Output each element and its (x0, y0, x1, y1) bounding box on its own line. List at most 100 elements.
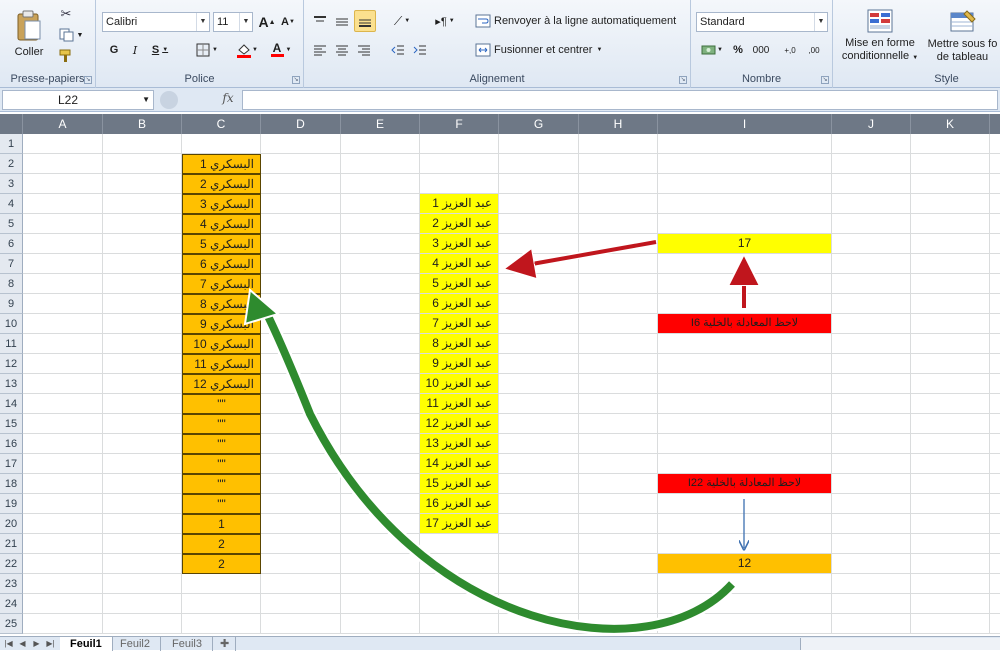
cell-c8[interactable]: البسكري 7 (182, 274, 261, 294)
cell-k10[interactable] (911, 314, 990, 334)
cell-g10[interactable] (499, 314, 579, 334)
cell-f6[interactable]: عبد العزيز 3 (420, 234, 499, 254)
cell-c18[interactable]: "" (182, 474, 261, 494)
row-header-12[interactable]: 12 (0, 354, 23, 374)
cell-d3[interactable] (261, 174, 341, 194)
cell-h19[interactable] (579, 494, 658, 514)
cell-d24[interactable] (261, 594, 341, 614)
cell-i10[interactable]: لاحظ المعادلة بالخلية I6 (658, 314, 832, 334)
cell-h14[interactable] (579, 394, 658, 414)
cell-g12[interactable] (499, 354, 579, 374)
cell-h21[interactable] (579, 534, 658, 554)
cell-j19[interactable] (832, 494, 911, 514)
cell-k6[interactable] (911, 234, 990, 254)
row-header-19[interactable]: 19 (0, 494, 23, 514)
cell-c1[interactable] (182, 134, 261, 154)
column-header-a[interactable]: A (23, 114, 103, 134)
wrap-text-button[interactable]: Renvoyer à la ligne automatiquement (470, 10, 686, 32)
row-header-16[interactable]: 16 (0, 434, 23, 454)
cell-d8[interactable] (261, 274, 341, 294)
cell-l20[interactable] (990, 514, 1000, 534)
conditional-formatting-button[interactable]: Mise en forme conditionnelle ▼ (837, 4, 923, 68)
cell-f4[interactable]: عبد العزيز 1 (420, 194, 499, 214)
cell-i11[interactable] (658, 334, 832, 354)
orientation-button[interactable]: ⟋ ▼ (388, 10, 416, 32)
cell-c6[interactable]: البسكري 5 (182, 234, 261, 254)
format-as-table-button[interactable]: Mettre sous fo de tableau (925, 4, 1000, 68)
cell-g13[interactable] (499, 374, 579, 394)
cell-j17[interactable] (832, 454, 911, 474)
cell-k20[interactable] (911, 514, 990, 534)
cell-h25[interactable] (579, 614, 658, 634)
cell-h6[interactable] (579, 234, 658, 254)
italic-button[interactable]: I (125, 40, 145, 60)
cell-k11[interactable] (911, 334, 990, 354)
cell-b21[interactable] (103, 534, 182, 554)
row-header-18[interactable]: 18 (0, 474, 23, 494)
cell-j25[interactable] (832, 614, 911, 634)
cell-e8[interactable] (341, 274, 420, 294)
font-size-select[interactable]: 11 ▼ (213, 12, 253, 32)
cell-g9[interactable] (499, 294, 579, 314)
cell-g6[interactable] (499, 234, 579, 254)
cell-l13[interactable] (990, 374, 1000, 394)
cell-l7[interactable] (990, 254, 1000, 274)
cell-d14[interactable] (261, 394, 341, 414)
paste-button[interactable]: Coller (6, 4, 52, 64)
cell-l11[interactable] (990, 334, 1000, 354)
cell-g17[interactable] (499, 454, 579, 474)
cell-l17[interactable] (990, 454, 1000, 474)
cell-a24[interactable] (23, 594, 103, 614)
increase-indent-button[interactable] (410, 40, 430, 60)
cell-f1[interactable] (420, 134, 499, 154)
cell-d5[interactable] (261, 214, 341, 234)
cell-a4[interactable] (23, 194, 103, 214)
cell-h1[interactable] (579, 134, 658, 154)
cell-j7[interactable] (832, 254, 911, 274)
cell-j22[interactable] (832, 554, 911, 574)
cell-l9[interactable] (990, 294, 1000, 314)
cell-h9[interactable] (579, 294, 658, 314)
cell-h7[interactable] (579, 254, 658, 274)
cell-b19[interactable] (103, 494, 182, 514)
cell-c10[interactable]: البسكري 9 (182, 314, 261, 334)
cell-d12[interactable] (261, 354, 341, 374)
cell-f18[interactable]: عبد العزيز 15 (420, 474, 499, 494)
row-header-2[interactable]: 2 (0, 154, 23, 174)
cell-c19[interactable]: "" (182, 494, 261, 514)
cell-e19[interactable] (341, 494, 420, 514)
name-box[interactable]: L22 ▼ (2, 90, 154, 110)
cell-e6[interactable] (341, 234, 420, 254)
cell-l22[interactable] (990, 554, 1000, 574)
cell-g5[interactable] (499, 214, 579, 234)
format-painter-button[interactable] (55, 47, 77, 65)
cell-i22[interactable]: 12 (658, 554, 832, 574)
cell-d15[interactable] (261, 414, 341, 434)
cell-c21[interactable]: 2 (182, 534, 261, 554)
cell-i6[interactable]: 17 (658, 234, 832, 254)
cell-j4[interactable] (832, 194, 911, 214)
cell-e16[interactable] (341, 434, 420, 454)
prev-sheet-icon[interactable]: ◀ (16, 637, 29, 651)
row-header-9[interactable]: 9 (0, 294, 23, 314)
row-header-24[interactable]: 24 (0, 594, 23, 614)
cell-g20[interactable] (499, 514, 579, 534)
cell-i8[interactable] (658, 274, 832, 294)
cell-a3[interactable] (23, 174, 103, 194)
cell-l6[interactable] (990, 234, 1000, 254)
cell-d10[interactable] (261, 314, 341, 334)
cell-c3[interactable]: البسكري 2 (182, 174, 261, 194)
row-header-13[interactable]: 13 (0, 374, 23, 394)
cell-a15[interactable] (23, 414, 103, 434)
cell-l4[interactable] (990, 194, 1000, 214)
underline-button[interactable]: S ▼ (146, 40, 174, 60)
cell-i7[interactable] (658, 254, 832, 274)
column-header-g[interactable]: G (499, 114, 579, 134)
cell-b22[interactable] (103, 554, 182, 574)
row-header-11[interactable]: 11 (0, 334, 23, 354)
cell-c15[interactable]: "" (182, 414, 261, 434)
cell-j5[interactable] (832, 214, 911, 234)
cell-j14[interactable] (832, 394, 911, 414)
cell-h17[interactable] (579, 454, 658, 474)
row-header-7[interactable]: 7 (0, 254, 23, 274)
